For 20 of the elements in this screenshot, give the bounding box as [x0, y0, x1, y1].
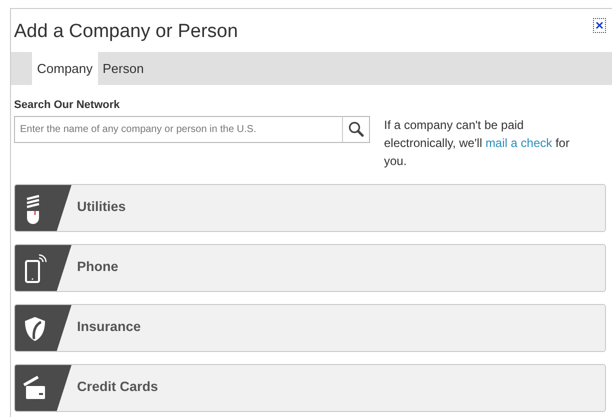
category-label: Phone	[77, 258, 118, 276]
search-icon	[348, 121, 364, 137]
mail-check-link[interactable]: mail a check	[485, 136, 552, 150]
search-field[interactable]: Enter the name of any company or person in the U.S.	[14, 116, 342, 142]
info-text: If a company can't be paid electronically, we'll mail a check for you.	[384, 116, 570, 170]
category-label: Utilities	[77, 198, 126, 216]
tab[interactable]: Company	[32, 52, 98, 85]
tablet-icon	[23, 254, 47, 282]
dialog-title: Add a Company or Person	[14, 20, 238, 44]
tab[interactable]: Person	[98, 52, 149, 85]
search-button[interactable]	[342, 116, 370, 142]
category-button[interactable]: Credit Cards	[14, 364, 606, 412]
category-button[interactable]: Utilities	[14, 184, 606, 232]
category-button[interactable]: Insurance	[14, 304, 606, 352]
category-label: Credit Cards	[77, 378, 158, 396]
category-label: Insurance	[77, 318, 141, 336]
search-label: Search Our Network	[14, 98, 121, 113]
credit-card-icon	[23, 374, 47, 402]
category-button[interactable]: Phone	[14, 244, 606, 292]
close-button[interactable]: ×	[593, 18, 606, 33]
